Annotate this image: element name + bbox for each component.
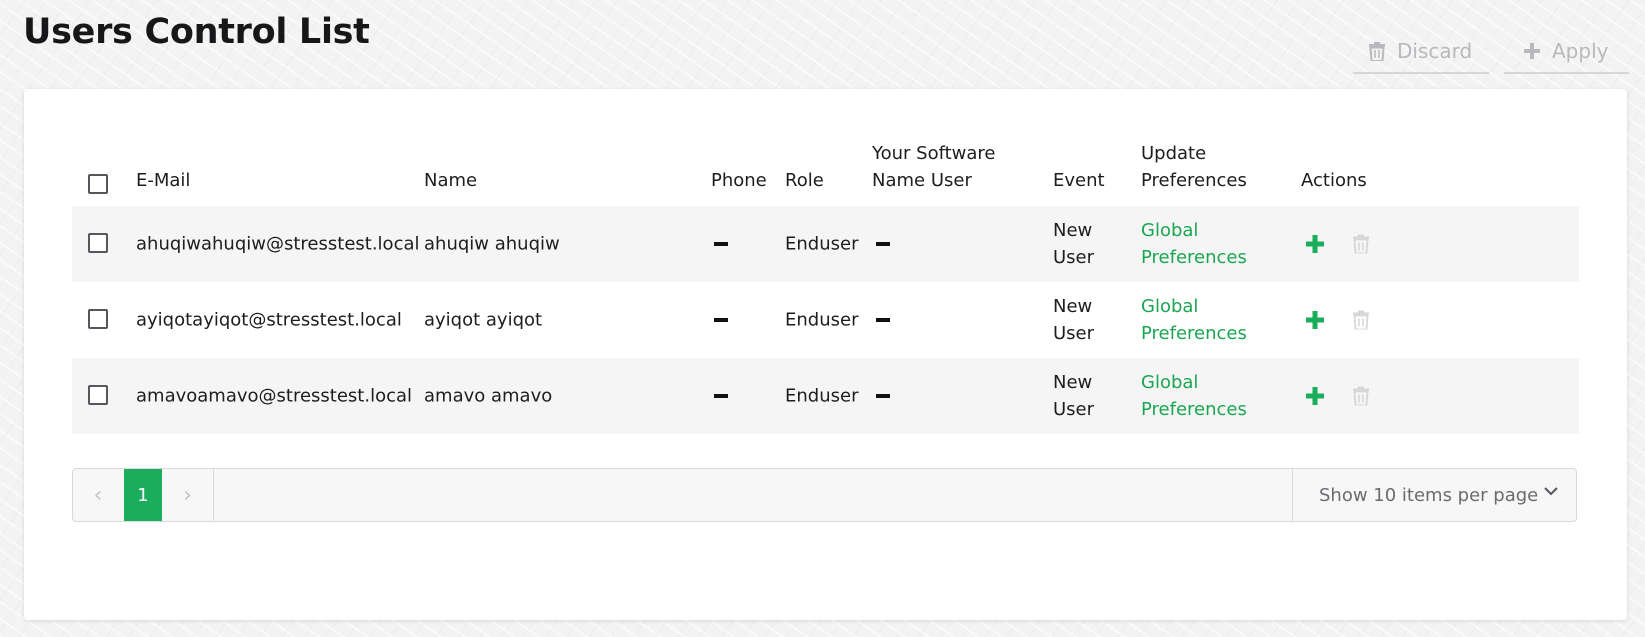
row-name: ahuqiw ahuqiw — [424, 233, 560, 255]
empty-value-dash — [876, 394, 890, 398]
empty-value-dash — [714, 242, 728, 246]
delete-icon[interactable] — [1353, 234, 1369, 254]
prefs-line2: Preferences — [1141, 247, 1247, 268]
row-event-line2: User — [1053, 399, 1095, 420]
add-icon[interactable] — [1306, 311, 1324, 329]
row-role: Enduser — [785, 233, 859, 255]
row-event: New User — [1053, 293, 1094, 347]
header-email: E-Mail — [136, 170, 191, 191]
per-page-label: Show 10 items per page — [1319, 484, 1539, 506]
prefs-line1: Global — [1141, 220, 1199, 241]
row-event-line1: New — [1053, 220, 1093, 241]
users-card: E-Mail Name Phone Role Your Software Nam… — [24, 89, 1627, 620]
header-event: Event — [1053, 170, 1105, 191]
chevron-down-icon — [1544, 487, 1558, 496]
header-update-line1: Update — [1141, 143, 1207, 164]
delete-icon[interactable] — [1353, 386, 1369, 406]
trash-icon — [1369, 41, 1385, 61]
apply-button[interactable]: Apply — [1504, 30, 1629, 74]
page-1-button[interactable]: 1 — [124, 469, 162, 521]
row-checkbox[interactable] — [88, 385, 108, 405]
global-preferences-link[interactable]: Global Preferences — [1141, 369, 1247, 423]
items-per-page-select[interactable]: Show 10 items per page — [1292, 469, 1576, 521]
row-role: Enduser — [785, 385, 859, 407]
page-title: Users Control List — [23, 12, 370, 52]
discard-label: Discard — [1397, 39, 1473, 63]
row-phone-empty — [714, 318, 728, 322]
header-name: Name — [424, 170, 478, 191]
plus-icon — [1524, 43, 1540, 59]
row-event-line1: New — [1053, 372, 1093, 393]
row-phone-empty — [714, 242, 728, 246]
row-phone-empty — [714, 394, 728, 398]
table-row: ahuqiwahuqiw@stresstest.local ahuqiw ahu… — [72, 206, 1579, 282]
delete-icon[interactable] — [1353, 310, 1369, 330]
row-event-line2: User — [1053, 247, 1095, 268]
row-event: New User — [1053, 369, 1094, 423]
add-icon[interactable] — [1306, 387, 1324, 405]
global-preferences-link[interactable]: Global Preferences — [1141, 217, 1247, 271]
header-software-line2: Name User — [872, 170, 972, 191]
empty-value-dash — [876, 242, 890, 246]
header-update-preferences: Update Preferences — [1141, 140, 1247, 194]
row-name: amavo amavo — [424, 385, 553, 407]
header-actions: Actions — [1301, 170, 1367, 191]
table-row: ayiqotayiqot@stresstest.local ayiqot ayi… — [72, 282, 1579, 358]
empty-value-dash — [714, 394, 728, 398]
row-role: Enduser — [785, 309, 859, 331]
next-page-button[interactable]: › — [162, 469, 214, 521]
row-event-line1: New — [1053, 296, 1093, 317]
header-update-line2: Preferences — [1141, 170, 1247, 191]
row-name: ayiqot ayiqot — [424, 309, 543, 331]
apply-label: Apply — [1552, 39, 1609, 63]
table-row: amavoamavo@stresstest.local amavo amavo … — [72, 358, 1579, 434]
header-phone: Phone — [711, 170, 767, 191]
row-event-line2: User — [1053, 323, 1095, 344]
empty-value-dash — [876, 318, 890, 322]
prefs-line1: Global — [1141, 372, 1199, 393]
prefs-line1: Global — [1141, 296, 1199, 317]
row-software-user-empty — [876, 394, 890, 398]
prefs-line2: Preferences — [1141, 323, 1247, 344]
row-checkbox[interactable] — [88, 309, 108, 329]
row-email: ayiqotayiqot@stresstest.local — [136, 309, 402, 331]
row-software-user-empty — [876, 242, 890, 246]
header-software-line1: Your Software — [872, 143, 996, 164]
pagination-bar: ‹ 1 › Show 10 items per page — [72, 468, 1577, 522]
row-checkbox[interactable] — [88, 233, 108, 253]
global-preferences-link[interactable]: Global Preferences — [1141, 293, 1247, 347]
prefs-line2: Preferences — [1141, 399, 1247, 420]
add-icon[interactable] — [1306, 235, 1324, 253]
discard-button[interactable]: Discard — [1353, 30, 1489, 74]
row-event: New User — [1053, 217, 1094, 271]
table-header: E-Mail Name Phone Role Your Software Nam… — [72, 134, 1579, 206]
select-all-checkbox[interactable] — [88, 174, 108, 194]
row-software-user-empty — [876, 318, 890, 322]
row-email: ahuqiwahuqiw@stresstest.local — [136, 233, 420, 255]
header-role: Role — [785, 170, 824, 191]
users-table: E-Mail Name Phone Role Your Software Nam… — [72, 134, 1579, 434]
prev-page-button[interactable]: ‹ — [73, 469, 123, 521]
empty-value-dash — [714, 318, 728, 322]
header-software-name-user: Your Software Name User — [872, 140, 996, 194]
row-email: amavoamavo@stresstest.local — [136, 385, 413, 407]
